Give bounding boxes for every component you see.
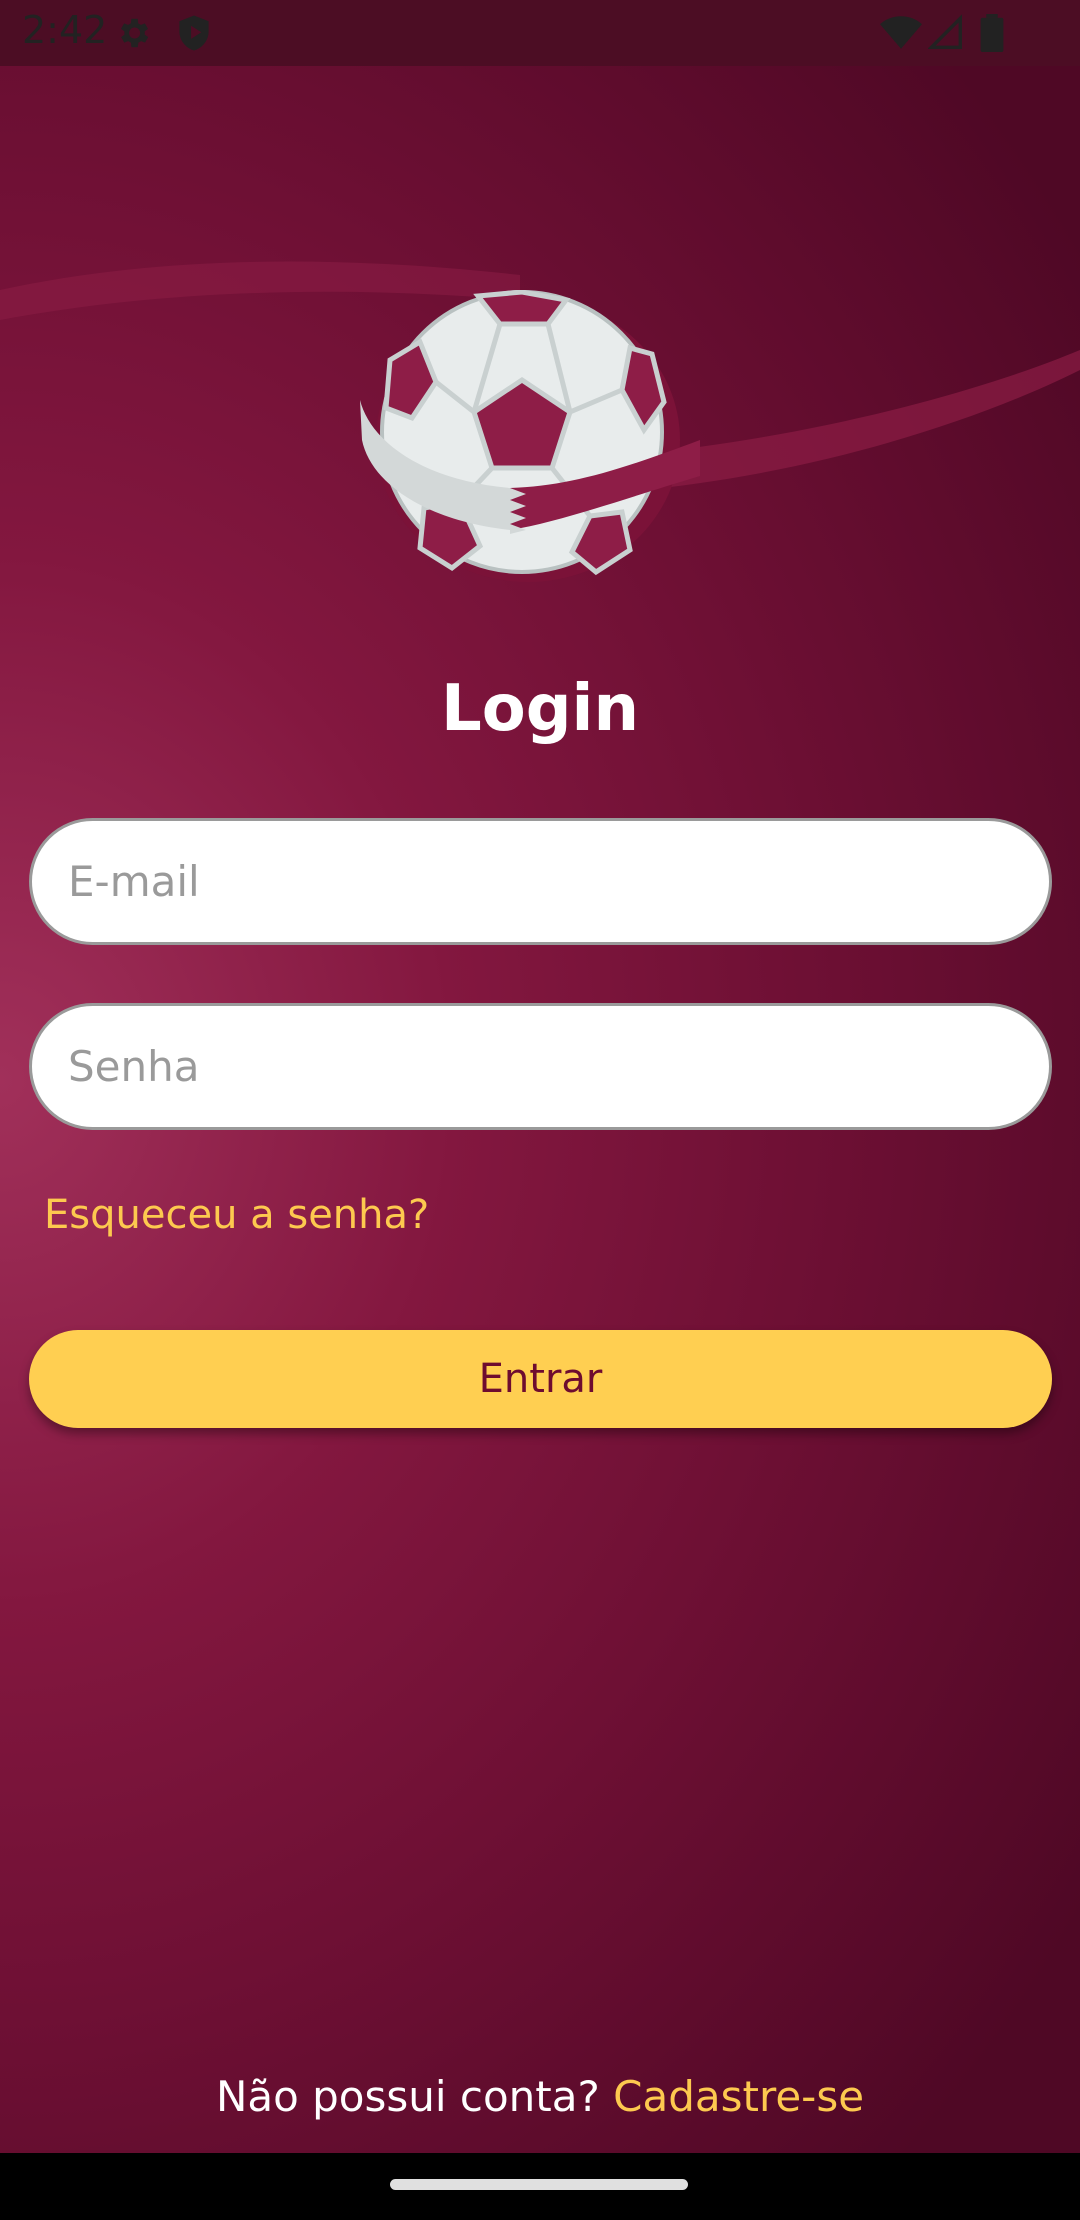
- email-input[interactable]: [32, 821, 1049, 942]
- login-screen: 2:42 Login E-mail Esqueceu a senha? Entr…: [0, 0, 1080, 2153]
- signup-row: Não possui conta? Cadastre-se: [0, 2072, 1080, 2121]
- page-title: Login: [440, 672, 640, 746]
- navigation-bar: [0, 2153, 1080, 2220]
- battery-icon: [980, 14, 1004, 52]
- gear-icon: [120, 18, 149, 48]
- password-input[interactable]: [32, 1006, 1049, 1127]
- signup-link[interactable]: Cadastre-se: [613, 2072, 864, 2121]
- status-time: 2:42: [22, 8, 108, 52]
- signal-icon: [928, 14, 962, 49]
- shield-icon: [179, 15, 209, 51]
- enter-button[interactable]: Entrar: [29, 1330, 1052, 1428]
- email-field[interactable]: [29, 818, 1052, 945]
- forgot-password-link[interactable]: Esqueceu a senha?: [44, 1192, 429, 1238]
- password-field[interactable]: [29, 1003, 1052, 1130]
- soccer-ball-logo-icon: [360, 290, 700, 582]
- no-account-text: Não possui conta?: [215, 2072, 600, 2121]
- status-bar: 2:42: [0, 0, 1080, 66]
- home-gesture-handle[interactable]: [390, 2179, 688, 2190]
- wifi-icon: [880, 16, 922, 49]
